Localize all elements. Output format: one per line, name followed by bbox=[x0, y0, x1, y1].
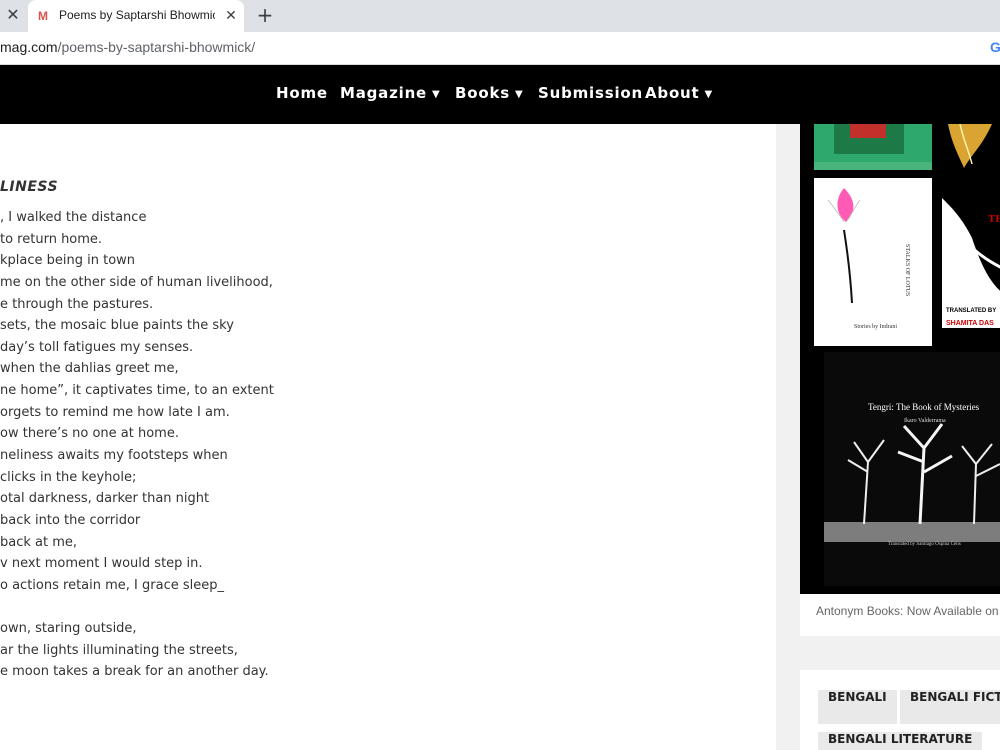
tengri-translator: Translated by Santiago Ospina Celis bbox=[888, 542, 961, 547]
poem-line: when the dahlias greet me, bbox=[0, 361, 179, 377]
nav-about[interactable]: About ▼ bbox=[645, 84, 713, 102]
book-cover-tengri[interactable]: Tengri: The Book of Mysteries Ikaro Vald… bbox=[824, 352, 1000, 586]
plus-icon[interactable]: + bbox=[254, 4, 276, 26]
lotus-vertical-title: STALKS OF LOTUS bbox=[904, 244, 910, 296]
poem-line: ne home”, it captivates time, to an exte… bbox=[0, 383, 274, 399]
nav-magazine-label: Magazine bbox=[340, 84, 428, 102]
close-icon[interactable]: ✕ bbox=[222, 7, 240, 25]
book-cover[interactable] bbox=[942, 124, 1000, 170]
tag-bengali-fiction[interactable]: BENGALI FICTI bbox=[900, 690, 1000, 724]
address-bar[interactable]: mag.com/poems-by-saptarshi-bhowmick/ G bbox=[0, 32, 1000, 65]
nav-books-label: Books bbox=[455, 84, 510, 102]
books-caption: Antonym Books: Now Available on bbox=[816, 604, 999, 618]
nav-home-label: Home bbox=[276, 84, 328, 102]
book-cover-art bbox=[814, 124, 932, 170]
poem-line: e moon takes a break for an another day. bbox=[0, 664, 269, 680]
main-content: LINESS , I walked the distance to return … bbox=[0, 124, 776, 750]
browser-tab-bar: ✕ M Poems by Saptarshi Bhowmick - ✕ + bbox=[0, 0, 1000, 32]
nav-about-label: About bbox=[645, 84, 700, 102]
poem-line: own, staring outside, bbox=[0, 621, 137, 637]
book-cover-translated[interactable]: TH TRANSLATED BY SHAMITA DAS bbox=[942, 178, 1000, 346]
poem-line: to return home. bbox=[0, 231, 103, 247]
chevron-down-icon: ▼ bbox=[432, 89, 441, 100]
close-icon[interactable]: ✕ bbox=[4, 6, 22, 24]
lotus-author-text: Stories by Indrani bbox=[854, 324, 897, 330]
chevron-down-icon: ▼ bbox=[704, 89, 714, 100]
poem-line: v next moment I would step in. bbox=[0, 556, 203, 572]
nav-submission-label: Submission bbox=[538, 84, 643, 102]
poem-line: me on the other side of human livelihood… bbox=[0, 274, 273, 290]
sidebar: STALKS OF LOTUS Stories by Indrani TH TR… bbox=[776, 124, 1000, 750]
poem-body: , I walked the distance to return home. kp… bbox=[0, 207, 770, 683]
tags-widget: BENGALI BENGALI FICTI BENGALI LITERATURE bbox=[800, 670, 1000, 750]
nav-home[interactable]: Home bbox=[276, 84, 328, 102]
nav-books[interactable]: Books ▼ bbox=[455, 84, 523, 102]
poem-line: back into the corridor bbox=[0, 512, 141, 528]
book-cover-art bbox=[942, 124, 1000, 170]
books-widget: STALKS OF LOTUS Stories by Indrani TH TR… bbox=[800, 124, 1000, 636]
books-image[interactable]: STALKS OF LOTUS Stories by Indrani TH TR… bbox=[800, 124, 1000, 594]
poem-line: , I walked the distance bbox=[0, 210, 147, 225]
site-navigation: Home Magazine ▼ Books ▼ Submission About ▼ bbox=[0, 65, 1000, 124]
chevron-down-icon: ▼ bbox=[514, 89, 524, 100]
poem-line: kplace being in town bbox=[0, 253, 136, 269]
tengri-title: Tengri: The Book of Mysteries bbox=[868, 402, 980, 412]
poem-line bbox=[0, 597, 770, 619]
poem-line: o actions retain me, I grace sleep_ bbox=[0, 577, 224, 593]
poem-line: day’s toll fatigues my senses. bbox=[0, 339, 194, 355]
site-favicon-icon: M bbox=[38, 9, 48, 23]
book-cover[interactable] bbox=[814, 124, 932, 170]
poem-line: neliness awaits my footsteps when bbox=[0, 448, 228, 464]
tengri-author: Ikaro Valderrama bbox=[904, 418, 946, 424]
tag-bengali-literature[interactable]: BENGALI LITERATURE bbox=[818, 732, 983, 750]
translator-name-text: SHAMITA DAS bbox=[946, 320, 994, 327]
lotus-illustration: STALKS OF LOTUS bbox=[827, 188, 910, 304]
tab-title: Poems by Saptarshi Bhowmick - bbox=[59, 8, 215, 22]
url-domain: mag.com bbox=[0, 39, 58, 55]
poem-line: otal darkness, darker than night bbox=[0, 491, 210, 507]
poem-line: clicks in the keyhole; bbox=[0, 469, 137, 485]
poem-line: ow there’s no one at home. bbox=[0, 426, 179, 442]
book-cover-letters: TH bbox=[988, 213, 1000, 225]
tag-bengali[interactable]: BENGALI bbox=[818, 690, 897, 724]
poem-line: back at me, bbox=[0, 534, 78, 550]
book-cover-stalks-of-lotus[interactable]: STALKS OF LOTUS Stories by Indrani bbox=[814, 178, 932, 346]
url-path: /poems-by-saptarshi-bhowmick/ bbox=[57, 39, 256, 55]
poem-line: orgets to remind me how late I am. bbox=[0, 404, 230, 420]
nav-submission[interactable]: Submission bbox=[538, 84, 643, 102]
browser-tab-active[interactable]: M Poems by Saptarshi Bhowmick - ✕ bbox=[28, 0, 244, 32]
url-text[interactable]: mag.com/poems-by-saptarshi-bhowmick/ bbox=[0, 39, 255, 55]
poem-line: e through the pastures. bbox=[0, 296, 154, 312]
tree-illustration bbox=[824, 423, 1000, 542]
nav-magazine[interactable]: Magazine ▼ bbox=[340, 84, 441, 102]
poem-line: sets, the mosaic blue paints the sky bbox=[0, 318, 234, 334]
poem-title: LINESS bbox=[0, 179, 59, 195]
poem-line: ar the lights illuminating the streets, bbox=[0, 642, 238, 658]
translated-by-text: TRANSLATED BY bbox=[946, 308, 997, 314]
google-icon[interactable]: G bbox=[990, 39, 1000, 55]
